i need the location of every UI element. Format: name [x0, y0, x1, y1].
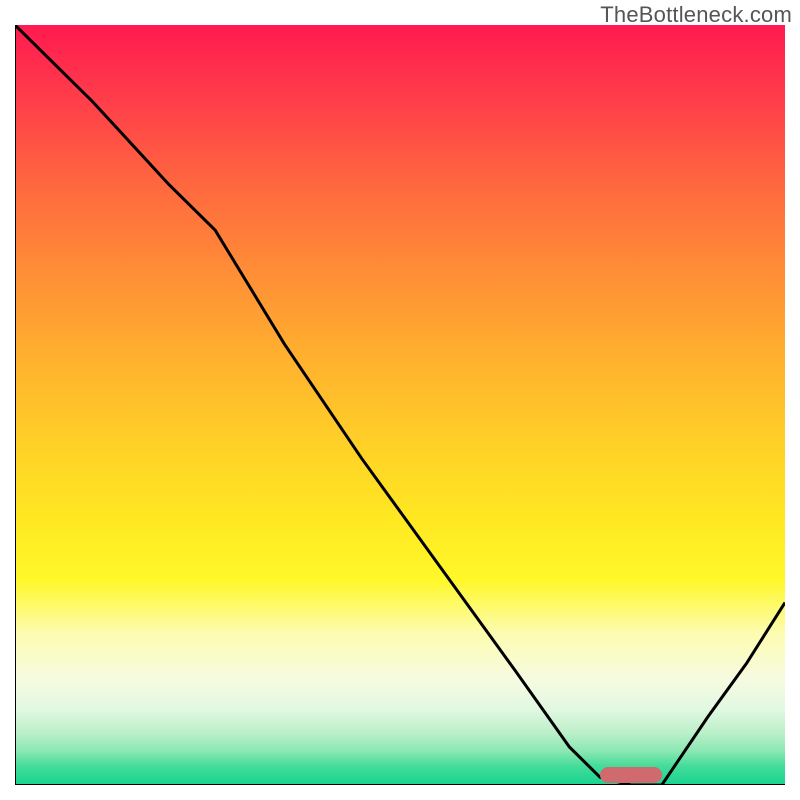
plot-area	[15, 25, 785, 785]
chart-container: TheBottleneck.com	[0, 0, 800, 800]
optimal-range-marker	[600, 767, 662, 783]
bottleneck-curve-line	[15, 25, 785, 785]
curve-layer	[15, 25, 785, 785]
